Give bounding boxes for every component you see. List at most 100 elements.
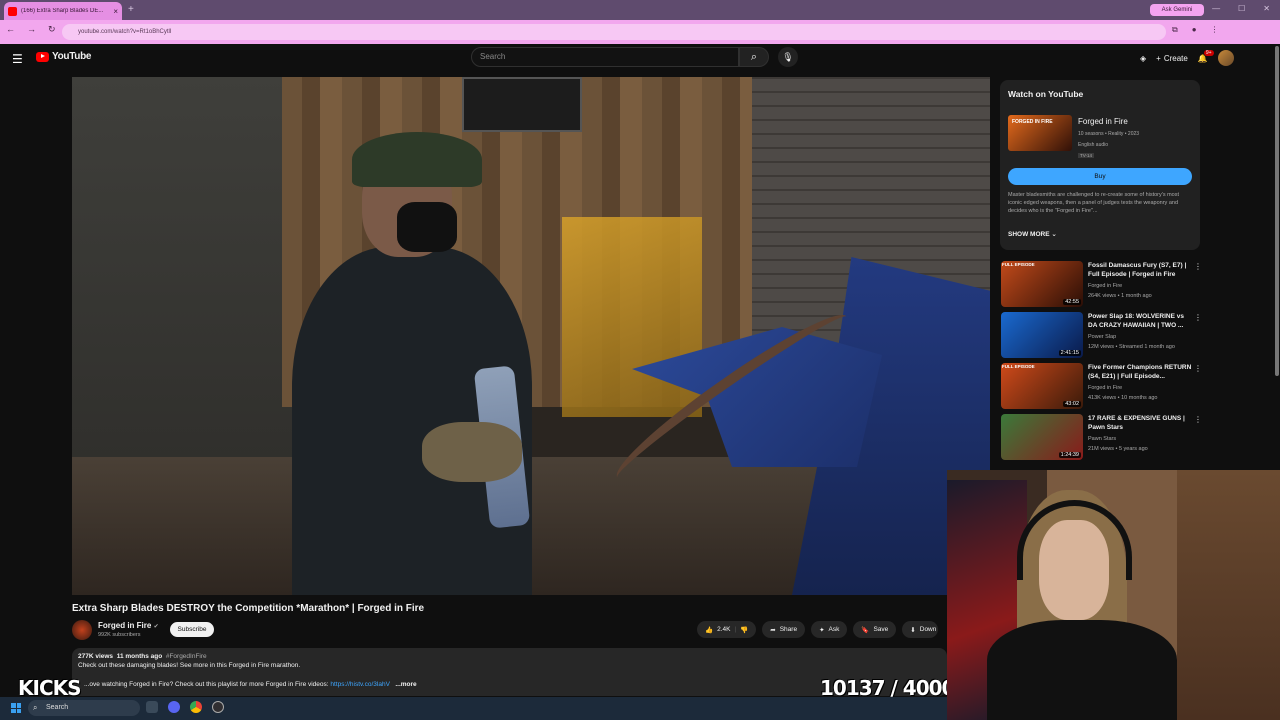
- subscribe-button[interactable]: Subscribe: [170, 622, 214, 637]
- profile-icon[interactable]: ●: [1192, 25, 1197, 35]
- scrollbar-thumb[interactable]: [1275, 46, 1279, 376]
- rec-title: Five Former Champions RETURN (S4, E21) |…: [1088, 364, 1192, 380]
- taskbar-icons: [146, 701, 224, 713]
- rec-views: 264K views • 1 month ago: [1088, 293, 1152, 299]
- notification-badge: 9+: [1203, 49, 1214, 56]
- search-button[interactable]: ⌕: [739, 47, 769, 67]
- person-mask: [397, 202, 457, 252]
- menu-dots-icon[interactable]: ⋮: [1211, 25, 1219, 35]
- discord-icon[interactable]: [168, 701, 180, 713]
- video-thumbnail[interactable]: 2:41:15: [1001, 312, 1083, 358]
- list-item[interactable]: 2:41:15 Power Slap 18: WOLVERINE vs DA C…: [1001, 312, 1202, 358]
- rec-channel: Power Slap: [1088, 334, 1117, 340]
- show-more-button[interactable]: SHOW MORE ⌄: [1008, 230, 1057, 238]
- description-line-2-text: ...ove watching Forged in Fire? Check ou…: [84, 681, 329, 688]
- video-thumbnail[interactable]: FULL EPISODE 43:02: [1001, 363, 1083, 409]
- cast-icon[interactable]: ◈: [1140, 54, 1146, 63]
- playlist-link[interactable]: https://histv.co/3lahV: [330, 681, 390, 688]
- extensions-icon[interactable]: ⧉: [1172, 25, 1178, 35]
- save-button[interactable]: 🔖 Save: [853, 621, 897, 638]
- back-icon[interactable]: ←: [6, 24, 15, 35]
- notifications-button[interactable]: 🔔 9+: [1198, 49, 1214, 63]
- buy-button[interactable]: Buy: [1008, 168, 1192, 185]
- show-title[interactable]: Forged in Fire: [1078, 117, 1128, 126]
- create-label: Create: [1163, 53, 1188, 63]
- reload-icon[interactable]: ↻: [48, 24, 56, 35]
- list-item[interactable]: 1:24:39 17 RARE & EXPENSIVE GUNS | Pawn …: [1001, 414, 1202, 460]
- minimize-icon[interactable]: —: [1212, 4, 1220, 13]
- watch-card: Watch on YouTube FORGED IN FIRE Forged i…: [1000, 80, 1200, 250]
- share-label: Share: [779, 626, 798, 633]
- chevron-down-icon: ⌄: [1051, 231, 1057, 238]
- show-more-link[interactable]: ...more: [395, 681, 416, 688]
- plus-icon: +: [1156, 53, 1161, 63]
- video-thumbnail[interactable]: FULL EPISODE 42:55: [1001, 261, 1083, 307]
- duration-badge: 42:55: [1063, 299, 1081, 305]
- duration-badge: 1:24:39: [1058, 452, 1081, 458]
- browser-toolbar-icons: ⧉ ● ⋮: [1172, 25, 1219, 35]
- show-thumbnail[interactable]: FORGED IN FIRE: [1008, 115, 1072, 151]
- duration-badge: 43:02: [1063, 401, 1081, 407]
- voice-search-button[interactable]: 🎙: [778, 47, 798, 67]
- share-button[interactable]: ➦ Share: [762, 621, 806, 638]
- view-count: 277K views: [78, 653, 114, 660]
- sparkle-icon: ✦: [819, 626, 825, 634]
- more-options-icon[interactable]: ⋮: [1194, 313, 1202, 322]
- list-item[interactable]: FULL EPISODE 43:02 Five Former Champions…: [1001, 363, 1202, 409]
- rec-title: Power Slap 18: WOLVERINE vs DA CRAZY HAW…: [1088, 313, 1184, 329]
- video-scene-glove: [422, 422, 522, 482]
- like-button[interactable]: 👍 2.4K | 👎: [697, 621, 757, 638]
- show-audio: English audio: [1078, 142, 1109, 148]
- video-player[interactable]: [72, 77, 990, 595]
- os-taskbar: [0, 697, 947, 720]
- forward-icon[interactable]: →: [27, 24, 36, 35]
- new-tab-button[interactable]: +: [128, 4, 134, 15]
- avatar[interactable]: [1217, 50, 1234, 66]
- chrome-icon[interactable]: [190, 701, 202, 713]
- more-options-icon[interactable]: ⋮: [1194, 262, 1202, 271]
- webcam-overlay: [947, 470, 1280, 720]
- subscriber-count: 992K subscribers: [98, 632, 141, 638]
- share-icon: ➦: [770, 626, 776, 634]
- description-stats: 277K views 11 months ago #ForgedInFire: [78, 653, 941, 660]
- maximize-icon[interactable]: ☐: [1238, 4, 1245, 13]
- download-button[interactable]: ⬇ Down: [902, 621, 939, 638]
- video-actions: 👍 2.4K | 👎 ➦ Share ✦ Ask 🔖 Save ⬇ Down: [697, 621, 939, 638]
- gemini-label: Ask Gemini: [1161, 7, 1193, 13]
- url-field[interactable]: youtube.com/watch?v=Rt1oBhCytlI: [62, 24, 1166, 40]
- ask-label: Ask: [828, 626, 840, 633]
- channel-name[interactable]: Forged in Fire ✔: [98, 621, 159, 630]
- ask-gemini-button[interactable]: Ask Gemini: [1150, 4, 1204, 16]
- page-scrollbar[interactable]: [1274, 44, 1280, 376]
- hamburger-menu-icon[interactable]: ☰: [12, 52, 23, 66]
- more-options-icon[interactable]: ⋮: [1194, 364, 1202, 373]
- more-options-icon[interactable]: ⋮: [1194, 415, 1202, 424]
- windows-start-icon[interactable]: [11, 703, 21, 713]
- youtube-wordmark: YouTube: [52, 51, 92, 62]
- mic-icon: 🎙: [782, 51, 794, 62]
- header-actions: ◈ + Create 🔔 9+: [1140, 49, 1234, 66]
- ask-button[interactable]: ✦ Ask: [811, 621, 848, 638]
- description-box[interactable]: 277K views 11 months ago #ForgedInFire C…: [72, 648, 947, 696]
- close-window-icon[interactable]: ✕: [1263, 4, 1270, 13]
- search-icon: ⌕: [33, 703, 38, 712]
- youtube-favicon-icon: [8, 6, 17, 16]
- list-item[interactable]: FULL EPISODE 42:55 Fossil Damascus Fury …: [1001, 261, 1202, 307]
- show-thumbnail-text: FORGED IN FIRE: [1012, 119, 1053, 125]
- task-view-icon[interactable]: [146, 701, 158, 713]
- browser-tab[interactable]: (166) Extra Sharp Blades DE... ×: [4, 2, 122, 20]
- thumbs-down-icon[interactable]: 👎: [740, 626, 748, 634]
- hashtag-link[interactable]: #ForgedInFire: [166, 653, 207, 660]
- show-meta: 10 seasons • Reality • 2023: [1078, 131, 1140, 137]
- obs-icon[interactable]: [212, 701, 224, 713]
- video-scene-person: [272, 117, 532, 595]
- create-button[interactable]: + Create: [1156, 54, 1188, 63]
- show-more-label: SHOW MORE: [1008, 231, 1050, 238]
- channel-avatar[interactable]: [72, 620, 92, 640]
- like-count: 2.4K: [717, 626, 731, 633]
- taskbar-search[interactable]: ⌕ Search: [28, 700, 140, 716]
- youtube-logo[interactable]: YouTube: [36, 51, 92, 62]
- search-input[interactable]: Search: [471, 47, 739, 67]
- video-thumbnail[interactable]: 1:24:39: [1001, 414, 1083, 460]
- tab-close-icon[interactable]: ×: [113, 7, 118, 16]
